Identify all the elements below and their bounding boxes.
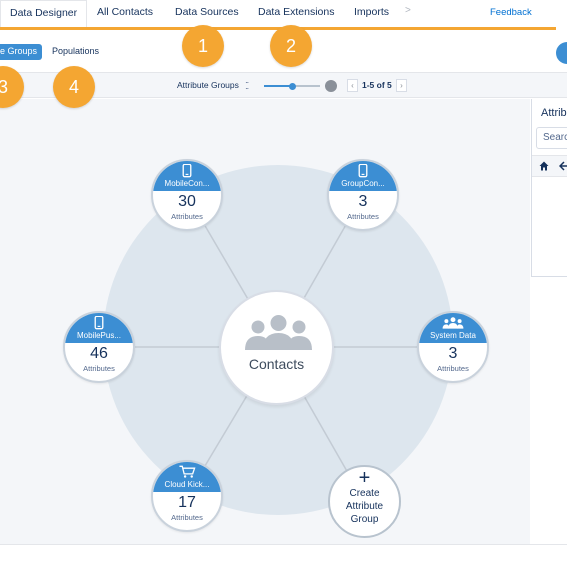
create-line-3: Group: [350, 514, 379, 525]
node-name: Cloud Kick...: [164, 480, 210, 489]
zoom-slider-knob[interactable]: [288, 83, 296, 90]
create-line-2: Attribute: [345, 501, 384, 512]
attribute-group-node-mobilepus[interactable]: MobilePus... 46 Attributes: [63, 311, 135, 383]
tab-data-extensions[interactable]: Data Extensions: [258, 6, 334, 18]
node-name: MobilePus...: [76, 331, 122, 340]
node-count: 46: [90, 345, 108, 362]
previous-page-button[interactable]: ‹: [347, 79, 358, 92]
node-sub: Attributes: [347, 212, 379, 221]
attribute-group-node-groupcon[interactable]: GroupCon... 3 Attributes: [327, 159, 399, 231]
mobile-phone-icon: [358, 164, 368, 178]
step-badge-2: 2: [270, 25, 312, 67]
people-icon: [442, 317, 464, 329]
attribute-groups-tab[interactable]: e Groups: [0, 44, 43, 60]
attributes-panel-title: Attrib: [541, 107, 567, 119]
create-attribute-group-button[interactable]: + Create Attribute Group: [328, 465, 401, 538]
more-tabs-chevron-icon[interactable]: >: [405, 5, 411, 16]
mobile-phone-icon: [94, 316, 104, 330]
contacts-center-node[interactable]: Contacts: [219, 290, 334, 405]
tab-imports[interactable]: Imports: [354, 6, 389, 18]
zoom-slider-fill: [264, 85, 292, 87]
tab-all-contacts[interactable]: All Contacts: [97, 6, 153, 18]
home-icon[interactable]: [539, 161, 549, 171]
node-sub: Attributes: [83, 364, 115, 373]
node-count: 30: [178, 193, 196, 210]
step-badge-4: 4: [53, 66, 95, 108]
node-sub: Attributes: [171, 513, 203, 522]
action-button[interactable]: [556, 42, 567, 64]
bottom-frame: [0, 544, 567, 567]
feedback-link[interactable]: Feedback: [490, 7, 532, 18]
attribute-groups-label: Attribute Groups: [177, 80, 239, 90]
attributes-search-input[interactable]: Searc: [536, 127, 567, 149]
create-line-1: Create: [349, 488, 380, 499]
next-page-button[interactable]: ›: [396, 79, 407, 92]
contacts-label: Contacts: [248, 356, 305, 372]
node-name: MobileCon...: [164, 179, 210, 188]
create-label: Create Attribute Group: [330, 487, 399, 526]
node-sub: Attributes: [171, 212, 203, 221]
tab-data-designer[interactable]: Data Designer: [0, 0, 88, 28]
step-badge-1: 1: [182, 25, 224, 67]
populations-tab[interactable]: Populations: [52, 46, 99, 56]
node-count: 3: [358, 193, 368, 210]
node-count: 17: [178, 494, 196, 511]
attributes-panel: Attrib Searc: [531, 99, 567, 277]
node-sub: Attributes: [437, 364, 469, 373]
shopping-cart-icon: [179, 465, 196, 478]
node-name: System Data: [430, 331, 476, 340]
back-arrow-icon[interactable]: [559, 161, 567, 171]
node-count: 3: [448, 345, 458, 362]
attribute-group-node-system-data[interactable]: System Data 3 Attributes: [417, 311, 489, 383]
tab-data-sources[interactable]: Data Sources: [175, 6, 239, 18]
mobile-phone-icon: [182, 164, 192, 178]
people-icon: [245, 315, 312, 350]
grid-dots-icon: ∙∙ ∙∙: [245, 77, 249, 93]
attributes-panel-toolbar: [532, 155, 567, 177]
node-name: GroupCon...: [341, 179, 385, 188]
attribute-group-node-cloud-kick[interactable]: Cloud Kick... 17 Attributes: [151, 460, 223, 532]
zoom-max-icon: [325, 80, 337, 92]
pager-text: 1-5 of 5: [362, 80, 392, 90]
attribute-group-node-mobilecon[interactable]: MobileCon... 30 Attributes: [151, 159, 223, 231]
